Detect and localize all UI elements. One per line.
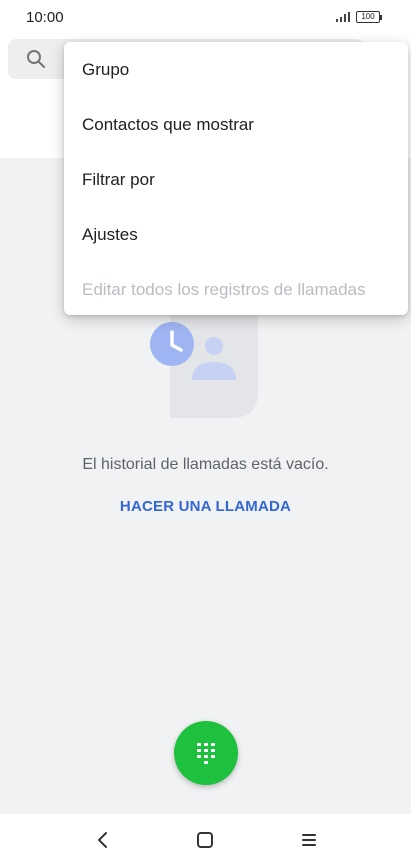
status-bar: 10:00 100 (0, 0, 411, 36)
dialpad-button[interactable] (174, 721, 238, 785)
empty-history-message: El historial de llamadas está vacío. (82, 456, 329, 473)
menu-icon[interactable] (300, 830, 318, 850)
navigation-bar (0, 814, 411, 868)
menu-item-contactos-que-mostrar[interactable]: Contactos que mostrar (64, 97, 408, 152)
call-history-empty-icon (150, 308, 258, 418)
search-icon[interactable] (26, 49, 46, 69)
make-call-button[interactable]: HACER UNA LLAMADA (0, 498, 411, 515)
overflow-menu: Grupo Contactos que mostrar Filtrar por … (64, 42, 408, 315)
status-time: 10:00 (26, 9, 64, 26)
dialpad-icon (197, 743, 215, 764)
back-icon[interactable] (96, 830, 110, 850)
signal-icon (336, 12, 350, 22)
menu-item-filtrar-por[interactable]: Filtrar por (64, 152, 408, 207)
menu-item-grupo[interactable]: Grupo (64, 42, 408, 97)
home-icon[interactable] (196, 830, 214, 850)
menu-item-editar-registros: Editar todos los registros de llamadas (82, 280, 366, 299)
menu-item-ajustes[interactable]: Ajustes (64, 207, 408, 262)
battery-indicator: 100 (356, 11, 382, 23)
